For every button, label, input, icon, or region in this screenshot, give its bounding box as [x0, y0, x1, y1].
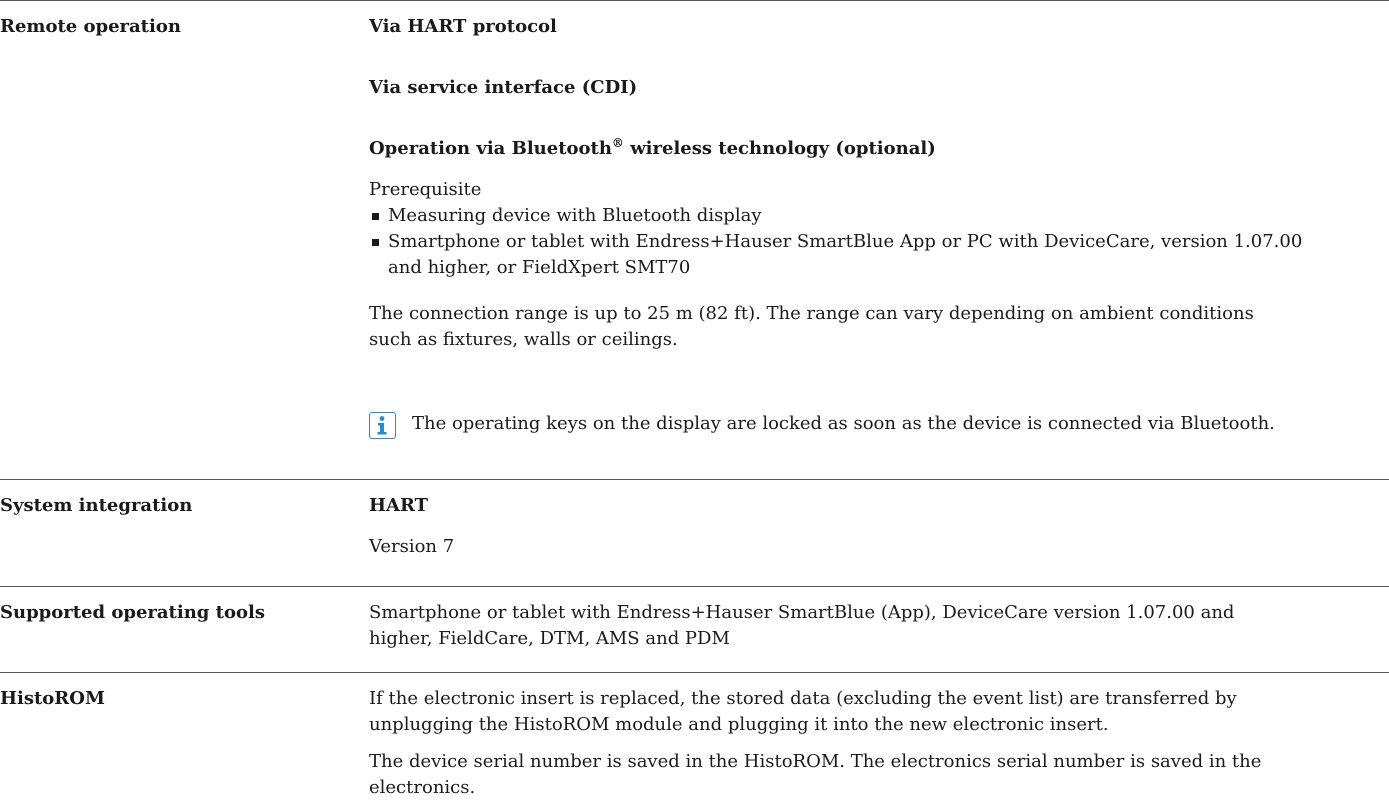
prerequisite-list: Measuring device with Bluetooth display … [369, 203, 1384, 281]
heading-bluetooth: Operation via Bluetooth® wireless techno… [369, 136, 936, 159]
row-divider [0, 586, 1389, 587]
supported-tools-text: Smartphone or tablet with Endress+Hauser… [369, 602, 1235, 649]
historom-paragraph-1: If the electronic insert is replaced, th… [369, 688, 1237, 735]
hart-version: Version 7 [369, 536, 455, 557]
heading-hart: HART [369, 495, 429, 516]
row-divider [0, 0, 1389, 1]
row-divider [0, 672, 1389, 673]
heading-hart-protocol: Via HART protocol [369, 16, 557, 37]
prerequisite-label: Prerequisite [369, 179, 482, 200]
row-label-system-integration: System integration [0, 495, 193, 516]
document-page: Remote operation Via HART protocol Via s… [0, 0, 1389, 798]
list-item: Measuring device with Bluetooth display [369, 203, 1384, 229]
connection-range-text: The connection range is up to 25 m (82 f… [369, 303, 1254, 350]
bluetooth-note: The operating keys on the display are lo… [412, 413, 1275, 434]
row-divider [0, 479, 1389, 480]
list-item: Smartphone or tablet with Endress+Hauser… [369, 229, 1384, 281]
row-label-historom: HistoROM [0, 688, 105, 709]
heading-service-interface: Via service interface (CDI) [369, 77, 638, 98]
info-icon [369, 412, 396, 439]
historom-paragraph-2: The device serial number is saved in the… [369, 751, 1262, 798]
row-label-supported-operating-tools: Supported operating tools [0, 602, 265, 623]
row-label-remote-operation: Remote operation [0, 16, 181, 37]
